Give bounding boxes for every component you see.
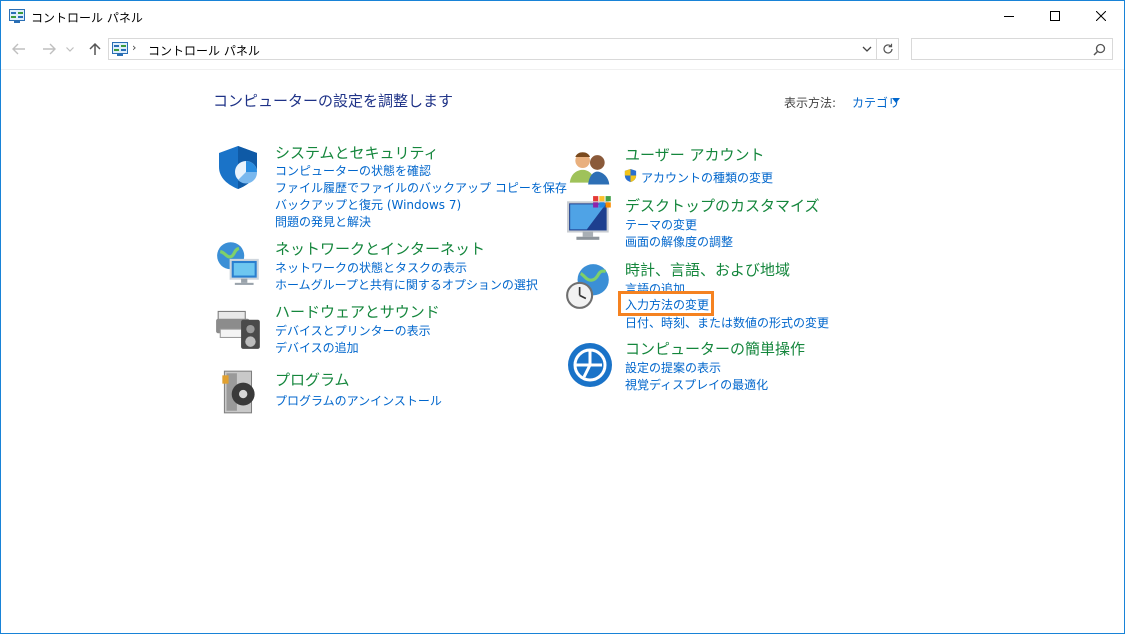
link-change-account-type[interactable]: アカウントの種類の変更 — [641, 169, 773, 186]
link-backup-restore-win7[interactable]: バックアップと復元 (Windows 7) — [275, 196, 461, 213]
refresh-icon — [882, 43, 893, 54]
category-title-personalization[interactable]: デスクトップのカスタマイズ — [625, 195, 820, 216]
chevron-down-icon — [66, 46, 74, 52]
title-bar: コントロール パネル — [1, 1, 1124, 31]
refresh-button[interactable] — [877, 38, 899, 60]
link-change-date-time-number-format[interactable]: 日付、時刻、または数値の形式の変更 — [625, 314, 829, 331]
up-button[interactable] — [85, 39, 105, 59]
address-bar[interactable]: › コントロール パネル › — [108, 38, 877, 60]
forward-button[interactable] — [39, 39, 59, 59]
window-title: コントロール パネル — [31, 11, 143, 25]
close-button[interactable] — [1078, 1, 1124, 31]
shield-icon[interactable] — [214, 143, 262, 191]
up-arrow-icon — [89, 42, 101, 55]
category-title-programs[interactable]: プログラム — [275, 369, 350, 390]
maximize-button[interactable] — [1032, 1, 1078, 31]
link-troubleshoot[interactable]: 問題の発見と解決 — [275, 213, 371, 230]
clock-globe-icon[interactable] — [564, 261, 614, 311]
minimize-button[interactable] — [986, 1, 1032, 31]
link-add-device[interactable]: デバイスの追加 — [275, 339, 359, 356]
toolbar-divider — [1, 69, 1124, 70]
page-title: コンピューターの設定を調整します — [213, 92, 454, 110]
link-add-language[interactable]: 言語の追加 — [625, 280, 685, 292]
network-globe-icon[interactable] — [214, 237, 264, 287]
link-optimize-visual-display[interactable]: 視覚ディスプレイの最適化 — [625, 376, 768, 393]
search-input[interactable] — [911, 38, 1113, 60]
ease-of-access-icon[interactable] — [566, 341, 614, 389]
maximize-icon — [1050, 11, 1060, 21]
navigation-bar: › コントロール パネル › — [1, 35, 1124, 65]
link-change-input-method[interactable]: 入力方法の変更 — [625, 296, 709, 313]
search-icon[interactable] — [1093, 43, 1106, 56]
link-homegroup-sharing[interactable]: ホームグループと共有に関するオプションの選択 — [275, 276, 538, 293]
category-title-clock-language-region[interactable]: 時計、言語、および地域 — [625, 259, 790, 280]
breadcrumb-separator[interactable]: › — [240, 41, 244, 54]
uac-shield-icon — [624, 168, 637, 183]
link-uninstall-program[interactable]: プログラムのアンインストール — [275, 392, 442, 409]
address-dropdown-icon[interactable] — [860, 42, 874, 56]
program-disc-icon[interactable] — [214, 367, 264, 417]
control-panel-icon — [9, 9, 25, 23]
printer-speaker-icon[interactable] — [214, 301, 264, 351]
link-devices-printers[interactable]: デバイスとプリンターの表示 — [275, 322, 431, 339]
users-icon[interactable] — [566, 146, 614, 190]
control-panel-icon — [112, 42, 128, 56]
category-title-user-accounts[interactable]: ユーザー アカウント — [625, 144, 764, 165]
minimize-icon — [1004, 16, 1014, 17]
link-change-theme[interactable]: テーマの変更 — [625, 216, 697, 233]
link-adjust-resolution[interactable]: 画面の解像度の調整 — [625, 233, 733, 250]
monitor-icon[interactable] — [566, 194, 616, 244]
category-title-ease-of-access[interactable]: コンピューターの簡単操作 — [625, 338, 805, 359]
link-network-status-tasks[interactable]: ネットワークの状態とタスクの表示 — [275, 259, 467, 276]
link-get-recommendations[interactable]: 設定の提案の表示 — [625, 359, 721, 376]
control-panel-window: コントロール パネル › コントロール パネル › コンピューターの設定を調整し… — [0, 0, 1125, 634]
recent-locations-button[interactable] — [63, 39, 77, 59]
back-button[interactable] — [9, 39, 29, 59]
link-file-history-backup[interactable]: ファイル履歴でファイルのバックアップ コピーを保存 — [275, 179, 567, 196]
caret-down-icon[interactable] — [892, 98, 900, 103]
forward-arrow-icon — [43, 43, 56, 55]
close-icon — [1096, 11, 1106, 21]
back-arrow-icon — [12, 43, 25, 55]
category-title-system-security[interactable]: システムとセキュリティ — [275, 142, 439, 163]
view-by-label: 表示方法: — [784, 96, 837, 110]
link-check-computer-status[interactable]: コンピューターの状態を確認 — [275, 162, 431, 179]
breadcrumb-separator[interactable]: › — [132, 41, 136, 54]
category-title-hardware-sound[interactable]: ハードウェアとサウンド — [275, 301, 440, 322]
category-title-network-internet[interactable]: ネットワークとインターネット — [275, 238, 485, 259]
